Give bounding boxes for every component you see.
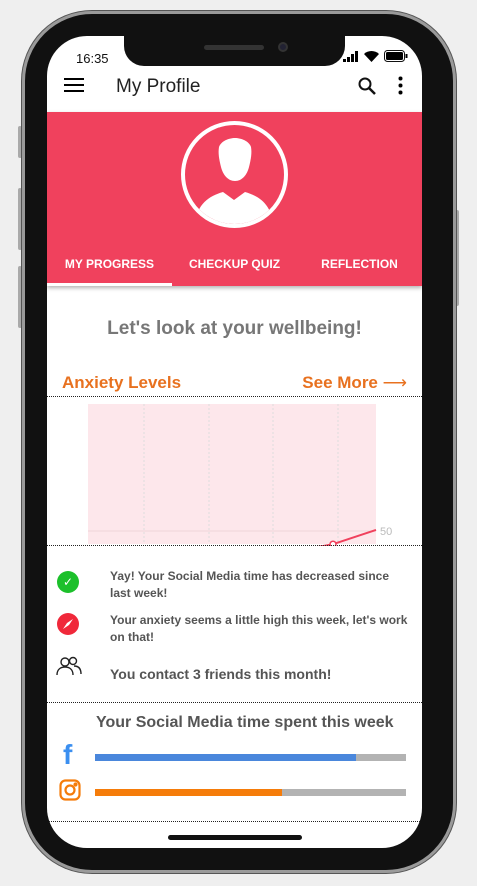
status-icons xyxy=(343,50,408,62)
page-title: My Profile xyxy=(116,76,201,97)
see-more-link[interactable]: See More ⟶ xyxy=(302,373,407,393)
see-more-label: See More xyxy=(302,373,378,392)
anxiety-chart: 5047 xyxy=(88,404,392,546)
notch xyxy=(124,36,345,66)
instagram-progress xyxy=(95,789,406,796)
divider xyxy=(47,821,422,822)
message-3: You contact 3 friends this month! xyxy=(110,666,332,682)
arrow-right-icon: ⟶ xyxy=(377,373,407,392)
wifi-icon xyxy=(364,50,379,62)
tab-checkup-quiz[interactable]: CHECKUP QUIZ xyxy=(172,253,297,286)
section-title: Anxiety Levels xyxy=(62,373,182,392)
avatar[interactable] xyxy=(181,121,288,228)
more-options-icon[interactable] xyxy=(398,76,403,95)
menu-icon[interactable] xyxy=(64,78,84,93)
battery-icon xyxy=(384,50,408,62)
check-icon: ✓ xyxy=(57,571,79,593)
status-time: 16:35 xyxy=(76,51,109,66)
instagram-icon xyxy=(59,779,81,801)
tab-my-progress[interactable]: MY PROGRESS xyxy=(47,253,172,286)
signal-icon xyxy=(343,50,358,62)
screen: 16:35 My Profile MY PROGRESS CHECKUP QUI… xyxy=(47,36,422,848)
chart-plot-area xyxy=(88,404,376,544)
compass-icon xyxy=(57,613,79,635)
reference-label-50: 50 xyxy=(380,526,392,538)
divider xyxy=(47,545,422,546)
wellbeing-heading: Let's look at your wellbeing! xyxy=(107,318,362,339)
profile-header: MY PROGRESS CHECKUP QUIZ REFLECTION xyxy=(47,112,422,286)
divider xyxy=(47,702,422,703)
social-title: Your Social Media time spent this week xyxy=(96,714,394,731)
user-silhouette-icon xyxy=(195,138,273,224)
facebook-icon: f xyxy=(63,739,73,770)
search-icon[interactable] xyxy=(358,77,376,95)
home-indicator[interactable] xyxy=(168,835,302,840)
facebook-progress xyxy=(95,754,406,761)
message-2: Your anxiety seems a little high this we… xyxy=(110,613,408,644)
friends-icon xyxy=(56,656,82,676)
tab-reflection[interactable]: REFLECTION xyxy=(297,253,422,286)
message-1: Yay! Your Social Media time has decrease… xyxy=(110,569,390,600)
divider xyxy=(47,396,422,397)
